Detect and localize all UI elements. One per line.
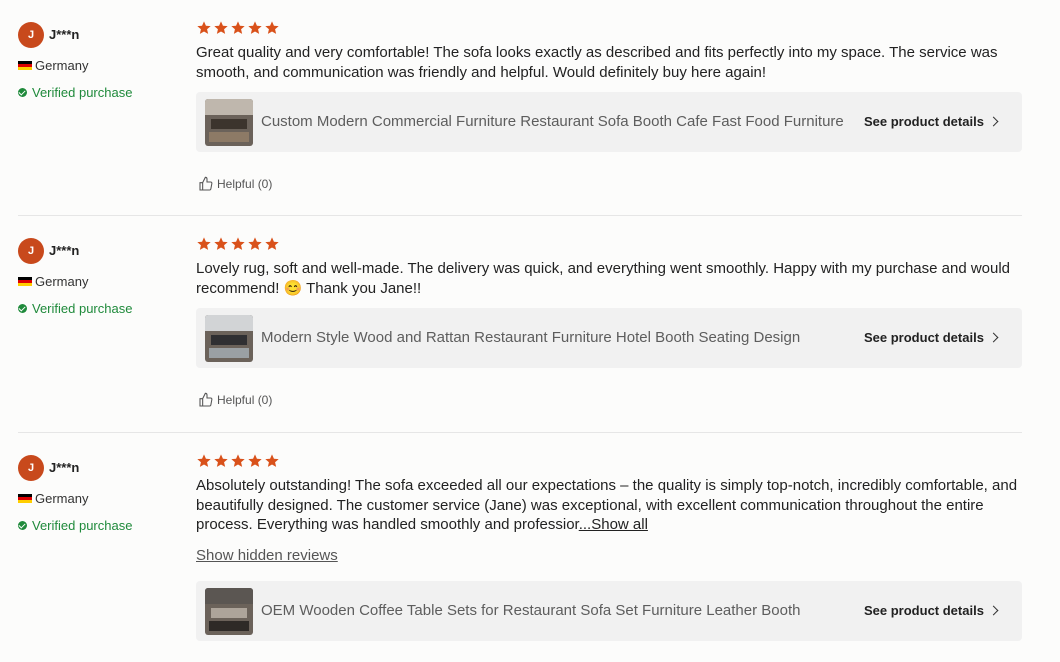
verified-badge: Verified purchase — [18, 85, 132, 100]
product-card[interactable]: OEM Wooden Coffee Table Sets for Restaur… — [196, 581, 1022, 641]
avatar: J — [18, 455, 44, 481]
review-text: Great quality and very comfortable! The … — [196, 44, 998, 81]
country-label: Germany — [35, 491, 89, 506]
avatar: J — [18, 238, 44, 264]
star-icon — [197, 237, 211, 250]
chevron-right-icon — [988, 332, 999, 343]
star-rating — [196, 453, 280, 469]
product-title[interactable]: Modern Style Wood and Rattan Restaurant … — [261, 329, 851, 346]
helpful-label: Helpful (0) — [217, 177, 273, 191]
star-icon — [248, 21, 262, 34]
star-icon — [214, 454, 228, 467]
see-product-details-label: See product details — [864, 114, 984, 129]
germany-flag-icon — [18, 61, 32, 70]
verified-label: Verified purchase — [32, 85, 133, 100]
review-item: J J***n Germany Verified purchase Absolu… — [0, 433, 1060, 662]
see-product-details-label: See product details — [864, 603, 984, 618]
verified-label: Verified purchase — [32, 518, 133, 533]
verified-badge: Verified purchase — [18, 301, 132, 316]
product-thumbnail[interactable] — [205, 588, 253, 635]
review-text: Lovely rug, soft and well-made. The deli… — [196, 260, 1011, 297]
product-thumbnail[interactable] — [205, 315, 253, 362]
show-all-link[interactable]: ...Show all — [579, 516, 648, 533]
star-icon — [265, 21, 279, 34]
star-icon — [248, 454, 262, 467]
reviewer-country: Germany — [18, 58, 88, 73]
star-icon — [214, 21, 228, 34]
reviewer-country: Germany — [18, 491, 88, 506]
review-text: Absolutely outstanding! The sofa exceede… — [196, 476, 1026, 535]
check-circle-icon — [18, 88, 27, 97]
helpful-button[interactable]: Helpful (0) — [198, 392, 272, 408]
product-title[interactable]: Custom Modern Commercial Furniture Resta… — [261, 113, 851, 130]
product-card[interactable]: Modern Style Wood and Rattan Restaurant … — [196, 308, 1022, 368]
helpful-label: Helpful (0) — [217, 393, 273, 407]
reviewer-name: J***n — [49, 460, 80, 475]
review-item: J J***n Germany Verified purchase Great … — [0, 0, 1060, 216]
helpful-button[interactable]: Helpful (0) — [198, 176, 272, 192]
star-icon — [231, 237, 245, 250]
reviewer-name: J***n — [49, 243, 80, 258]
review-item: J J***n Germany Verified purchase Lovely… — [0, 216, 1060, 433]
reviewer-country: Germany — [18, 274, 88, 289]
star-icon — [265, 454, 279, 467]
chevron-right-icon — [988, 116, 999, 127]
check-circle-icon — [18, 304, 27, 313]
star-icon — [197, 21, 211, 34]
thumbs-up-icon — [199, 392, 213, 407]
star-icon — [231, 454, 245, 467]
see-product-details-label: See product details — [864, 330, 984, 345]
see-product-details-link[interactable]: See product details — [864, 330, 999, 345]
star-icon — [214, 237, 228, 250]
verified-badge: Verified purchase — [18, 518, 132, 533]
product-title[interactable]: OEM Wooden Coffee Table Sets for Restaur… — [261, 602, 851, 619]
verified-label: Verified purchase — [32, 301, 133, 316]
star-icon — [248, 237, 262, 250]
see-product-details-link[interactable]: See product details — [864, 114, 999, 129]
star-icon — [197, 454, 211, 467]
star-rating — [196, 20, 280, 36]
show-hidden-reviews-link[interactable]: Show hidden reviews — [196, 547, 338, 564]
chevron-right-icon — [988, 605, 999, 616]
star-rating — [196, 236, 280, 252]
country-label: Germany — [35, 58, 89, 73]
avatar: J — [18, 22, 44, 48]
see-product-details-link[interactable]: See product details — [864, 603, 999, 618]
thumbs-up-icon — [199, 176, 213, 191]
product-card[interactable]: Custom Modern Commercial Furniture Resta… — [196, 92, 1022, 152]
germany-flag-icon — [18, 494, 32, 503]
star-icon — [231, 21, 245, 34]
country-label: Germany — [35, 274, 89, 289]
check-circle-icon — [18, 521, 27, 530]
product-thumbnail[interactable] — [205, 99, 253, 146]
germany-flag-icon — [18, 277, 32, 286]
reviewer-name: J***n — [49, 27, 80, 42]
star-icon — [265, 237, 279, 250]
